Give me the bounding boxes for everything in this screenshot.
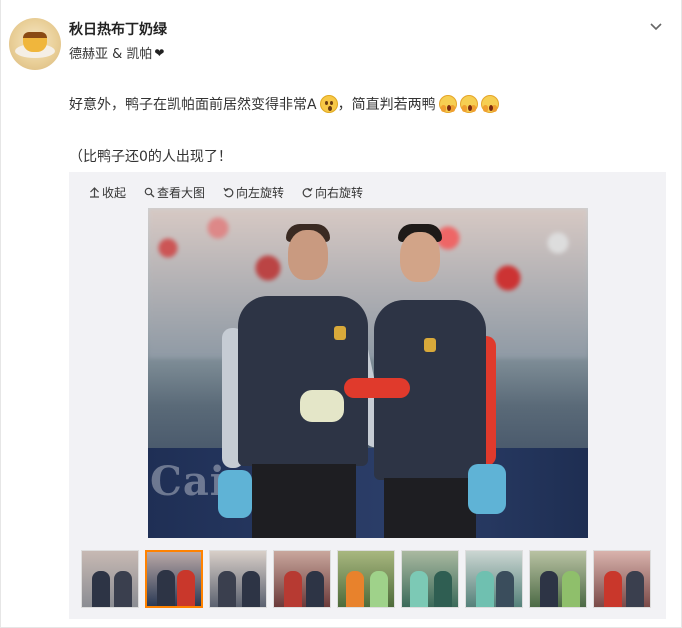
thumbnail[interactable] (529, 550, 587, 608)
thumbnail[interactable] (273, 550, 331, 608)
heart-icon: ❤ (154, 45, 165, 60)
rotate-right-icon (302, 187, 313, 198)
thumbnail[interactable] (81, 550, 139, 608)
source-text: 德赫亚 & 凯帕 (69, 47, 153, 62)
rotate-right-button[interactable]: 向右旋转 (302, 184, 363, 201)
crowd-background (148, 208, 588, 358)
post-text-line2: （比鸭子还0的人出现了！ (69, 149, 232, 165)
scream-face-icon (480, 95, 499, 113)
main-photo[interactable]: Caixa (148, 208, 588, 538)
rotate-left-button[interactable]: 向左旋转 (223, 184, 284, 201)
thumbnail-active[interactable] (145, 550, 203, 608)
scream-face-icon (459, 95, 478, 113)
post-text-line1: 好意外，鸭子在凯帕面前居然变得非常A ，简直判若两鸭 (69, 94, 499, 114)
thumbnail[interactable] (337, 550, 395, 608)
image-toolbar: 收起 查看大图 向左旋转 向右旋转 (89, 184, 363, 201)
thumbnail[interactable] (593, 550, 651, 608)
weibo-post: 秋日热布丁奶绿 德赫亚 & 凯帕 ❤ 好意外，鸭子在凯帕面前居然变得非常A ，简… (0, 0, 682, 628)
chevron-down-icon[interactable] (649, 20, 663, 34)
view-large-label: 查看大图 (157, 186, 206, 200)
post-text-part2: ，简直判若两鸭 (337, 97, 436, 113)
rotate-right-label: 向右旋转 (315, 186, 364, 200)
magnifier-icon (144, 187, 155, 198)
author-name[interactable]: 秋日热布丁奶绿 (69, 19, 167, 39)
thumbnail[interactable] (465, 550, 523, 608)
crest-icon (334, 326, 346, 340)
post-source[interactable]: 德赫亚 & 凯帕 ❤ (69, 43, 165, 63)
thumbnail-strip (81, 550, 651, 608)
collapse-button[interactable]: 收起 (89, 184, 126, 201)
thumbnail[interactable] (209, 550, 267, 608)
avatar[interactable] (9, 18, 61, 70)
rotate-left-label: 向左旋转 (236, 186, 285, 200)
media-panel: 收起 查看大图 向左旋转 向右旋转 Caixa (69, 172, 666, 619)
post-text-part1: 好意外，鸭子在凯帕面前居然变得非常A (69, 97, 317, 113)
thumbnail[interactable] (401, 550, 459, 608)
crest-icon (424, 338, 436, 352)
rotate-left-icon (223, 187, 234, 198)
scream-face-icon (438, 95, 457, 113)
pudding-shape (23, 32, 47, 52)
surprised-face-icon (319, 95, 338, 113)
collapse-label: 收起 (102, 186, 127, 200)
view-large-button[interactable]: 查看大图 (144, 184, 205, 201)
arrow-up-icon (90, 187, 99, 198)
